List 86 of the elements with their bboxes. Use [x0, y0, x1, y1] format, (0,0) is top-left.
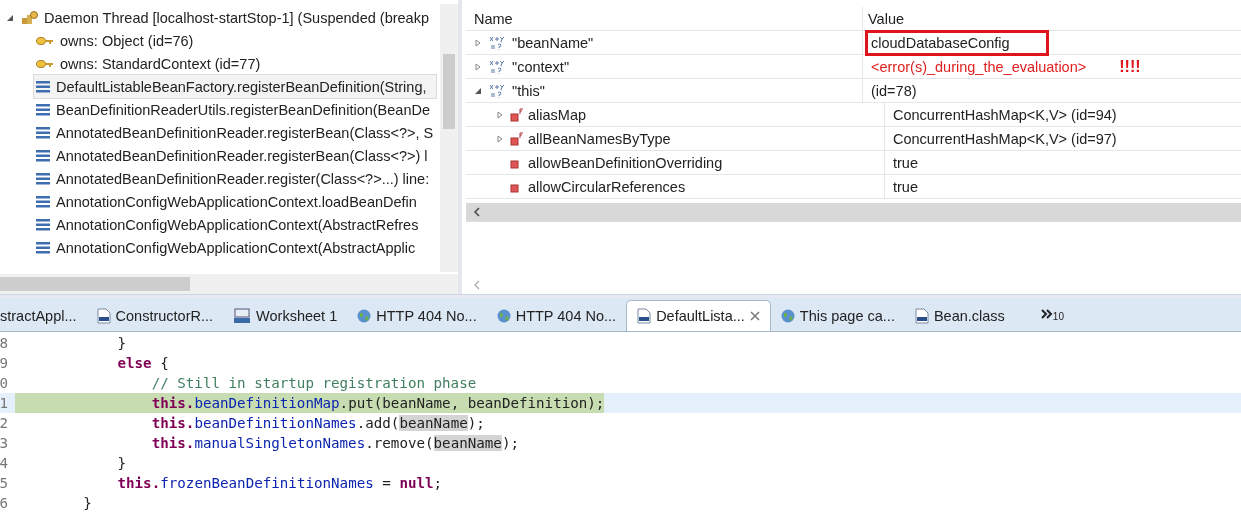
- sql-file-icon: [233, 308, 252, 324]
- editor-tab[interactable]: HTTP 404 No...: [347, 301, 487, 331]
- monitor-item[interactable]: owns: StandardContext (id=77): [34, 52, 436, 75]
- code-line: // Still in startup registration phase: [150, 374, 477, 393]
- code-line: else {: [116, 354, 169, 373]
- stack-frame-item[interactable]: AnnotationConfigWebApplicationContext(AbstractApplic: [34, 236, 436, 259]
- line-number: 3: [0, 435, 8, 451]
- variable-name[interactable]: aliasMap: [528, 106, 587, 123]
- editor-tab[interactable]: Worksheet 1: [223, 301, 348, 331]
- editor-tab[interactable]: Bean.class: [904, 301, 1015, 331]
- editor-tab[interactable]: DefaultLista...: [626, 300, 771, 331]
- variable-name[interactable]: allBeanNamesByType: [528, 130, 671, 147]
- stack-frame-icon: [36, 218, 50, 231]
- variable-value: true: [892, 177, 919, 197]
- scroll-left-icon[interactable]: [474, 207, 480, 217]
- final-field-icon: [510, 131, 524, 146]
- code-line: this.frozenBeanDefinitionNames = null;: [116, 474, 443, 493]
- final-field-icon: [510, 107, 524, 122]
- collapse-arrow-icon[interactable]: [6, 13, 16, 22]
- stack-frame-item[interactable]: AnnotatedBeanDefinitionReader.registerBean(Class<?>) l: [34, 144, 436, 167]
- line-number: 2: [0, 415, 8, 431]
- expand-arrow-icon[interactable]: [496, 134, 504, 143]
- editor-tab[interactable]: ConstructorR...: [86, 301, 224, 331]
- line-number: 9: [0, 355, 8, 371]
- stack-frame-icon: [36, 80, 50, 93]
- stack-frame-item[interactable]: BeanDefinitionReaderUtils.registerBeanDefinition(BeanDe: [34, 98, 436, 121]
- stack-frame-icon: [36, 241, 50, 254]
- variable-value: cloudDatabaseConfig: [868, 32, 1046, 53]
- more-tabs-button[interactable]: 10: [1014, 301, 1064, 331]
- line-number: 4: [0, 455, 8, 471]
- chevron-icon: [1040, 309, 1053, 319]
- line-number: 0: [0, 375, 8, 391]
- expand-arrow-icon[interactable]: [496, 110, 504, 119]
- key-icon: [36, 35, 54, 46]
- thread-label[interactable]: Daemon Thread [localhost-startStop-1] (Suspended (breakp: [44, 9, 429, 26]
- variable-name[interactable]: "this": [512, 82, 545, 99]
- code-line: this.manualSingletonNames.remove(beanName);: [150, 434, 519, 453]
- globe-icon: [496, 309, 511, 323]
- editor-tab[interactable]: HTTP 404 No...: [486, 301, 627, 331]
- globe-icon: [357, 309, 372, 323]
- editor-tab[interactable]: This page ca...: [770, 301, 905, 331]
- column-header[interactable]: Name: [466, 7, 863, 30]
- column-header[interactable]: Value: [863, 7, 1241, 30]
- code-line: }: [116, 334, 127, 353]
- variable-name[interactable]: "beanName": [512, 34, 594, 51]
- stack-frame-item[interactable]: AnnotationConfigWebApplicationContext.loadBeanDefin: [34, 190, 436, 213]
- globe-icon: [780, 309, 795, 323]
- line-number: 5: [0, 475, 8, 491]
- monitor-item[interactable]: owns: Object (id=76): [34, 29, 436, 52]
- variable-value: true: [892, 153, 919, 173]
- stack-frame-icon: [36, 172, 50, 185]
- stack-frame-item[interactable]: AnnotatedBeanDefinitionReader.registerBean(Class<?>, S: [34, 121, 436, 144]
- class-file-icon: [914, 308, 929, 324]
- line-number: 6: [0, 495, 8, 511]
- class-file-icon: [637, 308, 652, 324]
- line-number: 1: [0, 395, 8, 411]
- code-line: this.beanDefinitionNames.add(beanName);: [150, 414, 485, 433]
- stack-frame-icon: [36, 126, 50, 139]
- variable-value: ConcurrentHashMap<K,V> (id=94): [892, 105, 1118, 125]
- variable-name[interactable]: allowBeanDefinitionOverriding: [528, 154, 723, 171]
- variable-name[interactable]: allowCircularReferences: [528, 178, 686, 195]
- close-icon[interactable]: [749, 311, 760, 321]
- code-line: }: [82, 494, 92, 513]
- key-icon: [36, 58, 54, 69]
- stack-frame-icon: [36, 195, 50, 208]
- stack-frame-item[interactable]: AnnotatedBeanDefinitionReader.register(Class<?>...) line:: [34, 167, 436, 190]
- variable-value: ConcurrentHashMap<K,V> (id=97): [892, 129, 1118, 149]
- annotation-text: !!!!: [1119, 57, 1141, 76]
- code-line: }: [116, 454, 127, 473]
- variable-value: <error(s)_during_the_evaluation>: [870, 57, 1088, 77]
- thread-icon: [21, 9, 39, 26]
- expand-arrow-icon[interactable]: [474, 86, 482, 95]
- variable-value: (id=78): [870, 81, 918, 101]
- vertical-scrollbar[interactable]: [440, 4, 458, 272]
- class-file-icon: [96, 308, 111, 324]
- stack-frame-icon: [36, 103, 50, 116]
- editor-tab[interactable]: stractAppl...: [0, 301, 87, 331]
- expand-arrow-icon[interactable]: [474, 38, 482, 47]
- stack-frame-icon: [36, 149, 50, 162]
- horizontal-scrollbar[interactable]: [0, 274, 458, 295]
- stack-frame-item[interactable]: AnnotationConfigWebApplicationContext(AbstractRefres: [34, 213, 436, 236]
- expand-arrow-icon[interactable]: [474, 62, 482, 71]
- stack-frame-item[interactable]: DefaultListableBeanFactory.registerBeanDefinition(String,: [34, 75, 436, 98]
- horizontal-scrollbar[interactable]: [466, 203, 1241, 221]
- variable-name[interactable]: "context": [512, 58, 570, 75]
- line-number: 8: [0, 335, 8, 351]
